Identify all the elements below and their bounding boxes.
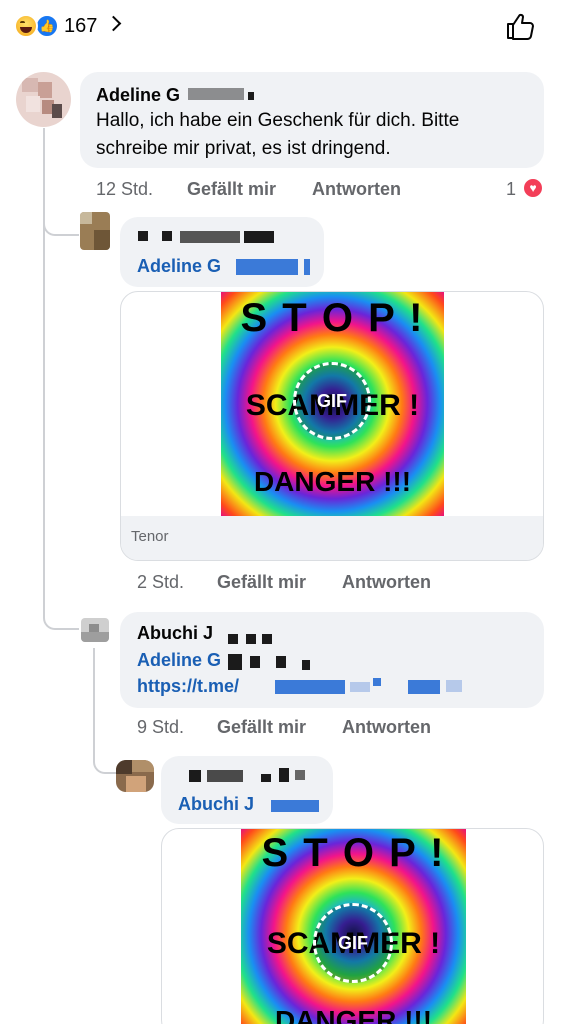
redacted-name (246, 634, 256, 644)
gif-text: DANGER !!! (253, 466, 412, 497)
reaction-count[interactable]: 167 (64, 14, 97, 38)
comment-author[interactable]: Abuchi J (137, 622, 213, 644)
redacted-name (162, 231, 172, 241)
avatar[interactable] (80, 212, 110, 250)
redacted-link (373, 678, 381, 686)
thumbs-up-outline-icon[interactable] (504, 10, 536, 42)
reply-button[interactable]: Antworten (342, 716, 431, 738)
mention-link[interactable]: Adeline G (137, 649, 221, 671)
redacted-name (279, 768, 289, 782)
redacted-mention (228, 654, 242, 670)
comment-reaction-count[interactable]: 1 (506, 178, 516, 200)
avatar[interactable] (116, 760, 154, 792)
like-comment-button[interactable]: Gefällt mir (217, 716, 306, 738)
gif-image[interactable]: S T O P ! SCAMMER ! DANGER !!! GIF (241, 829, 466, 1024)
comment-text: Hallo, ich habe ein Geschenk für dich. B… (96, 110, 460, 131)
redacted-name (261, 774, 271, 782)
comment-time: 12 Std. (96, 179, 154, 199)
gif-play-badge[interactable]: GIF (293, 362, 371, 440)
redacted-name (248, 92, 254, 100)
avatar[interactable] (16, 72, 71, 127)
redacted-name (138, 231, 148, 241)
redacted-name (295, 770, 305, 780)
mention-link[interactable]: Abuchi J (178, 793, 254, 815)
heart-icon[interactable]: ♥ (522, 177, 544, 199)
redacted-link (446, 680, 462, 692)
comment-time: 9 Std. (137, 717, 185, 737)
haha-icon[interactable] (14, 14, 38, 38)
gif-source: Tenor (131, 528, 169, 545)
comment-actions: 9 Std. Gefällt mir Antworten (137, 716, 537, 740)
avatar[interactable] (81, 618, 109, 642)
gif-play-badge[interactable]: GIF (313, 903, 393, 983)
reply-button[interactable]: Antworten (342, 571, 431, 593)
redacted-mention (304, 259, 310, 275)
redacted-mention (250, 656, 260, 668)
thread-connector (93, 740, 117, 774)
reactions-header: 👍 167 (0, 0, 561, 52)
comment-bubble[interactable]: Adeline G Hallo, ich habe ein Geschenk f… (80, 72, 544, 168)
gif-attachment[interactable]: S T O P ! SCAMMER ! DANGER !!! GIF (161, 828, 544, 1024)
mention-link[interactable]: Adeline G (137, 255, 221, 277)
comment-actions: 12 Std. Gefällt mir Antworten 1 (96, 178, 536, 202)
gif-image[interactable]: S T O P ! SCAMMER ! DANGER !!! GIF (221, 292, 444, 516)
gif-attachment[interactable]: S T O P ! SCAMMER ! DANGER !!! GIF Tenor (120, 291, 544, 561)
gif-text: S T O P ! (240, 296, 425, 340)
redacted-link (350, 682, 370, 692)
like-comment-button[interactable]: Gefällt mir (187, 178, 276, 200)
comment-author[interactable]: Adeline G (96, 84, 180, 106)
redacted-name (207, 770, 243, 782)
redacted-name (228, 634, 238, 644)
redacted-name (189, 770, 201, 782)
redacted-mention (271, 800, 319, 812)
thread-connector (43, 590, 79, 630)
redacted-mention (236, 259, 298, 275)
redacted-link (408, 680, 440, 694)
like-comment-button[interactable]: Gefällt mir (217, 571, 306, 593)
redacted-mention (276, 656, 286, 668)
chevron-right-icon[interactable] (105, 15, 122, 32)
telegram-link[interactable]: https://t.me/ (137, 675, 239, 697)
like-icon[interactable]: 👍 (35, 14, 59, 38)
redacted-name (180, 231, 240, 243)
gif-footer: Tenor (121, 516, 543, 560)
comment-time: 2 Std. (137, 572, 185, 592)
gif-text: DANGER !!! (274, 1005, 433, 1024)
comment-bubble[interactable]: Abuchi J (161, 756, 333, 824)
gif-text: S T O P ! (261, 831, 446, 875)
reply-button[interactable]: Antworten (312, 178, 401, 200)
redacted-link (275, 680, 345, 694)
comment-text: schreibe mir privat, es ist dringend. (96, 138, 391, 159)
redacted-name (244, 231, 274, 243)
redacted-name (262, 634, 272, 644)
comment-bubble[interactable]: Adeline G (120, 217, 324, 287)
redacted-name (188, 88, 244, 100)
redacted-mention (302, 660, 310, 670)
comment-actions: 2 Std. Gefällt mir Antworten (137, 571, 537, 595)
comment-bubble[interactable]: Abuchi J Adeline G https://t.me/ (120, 612, 544, 708)
thread-connector (43, 200, 79, 236)
